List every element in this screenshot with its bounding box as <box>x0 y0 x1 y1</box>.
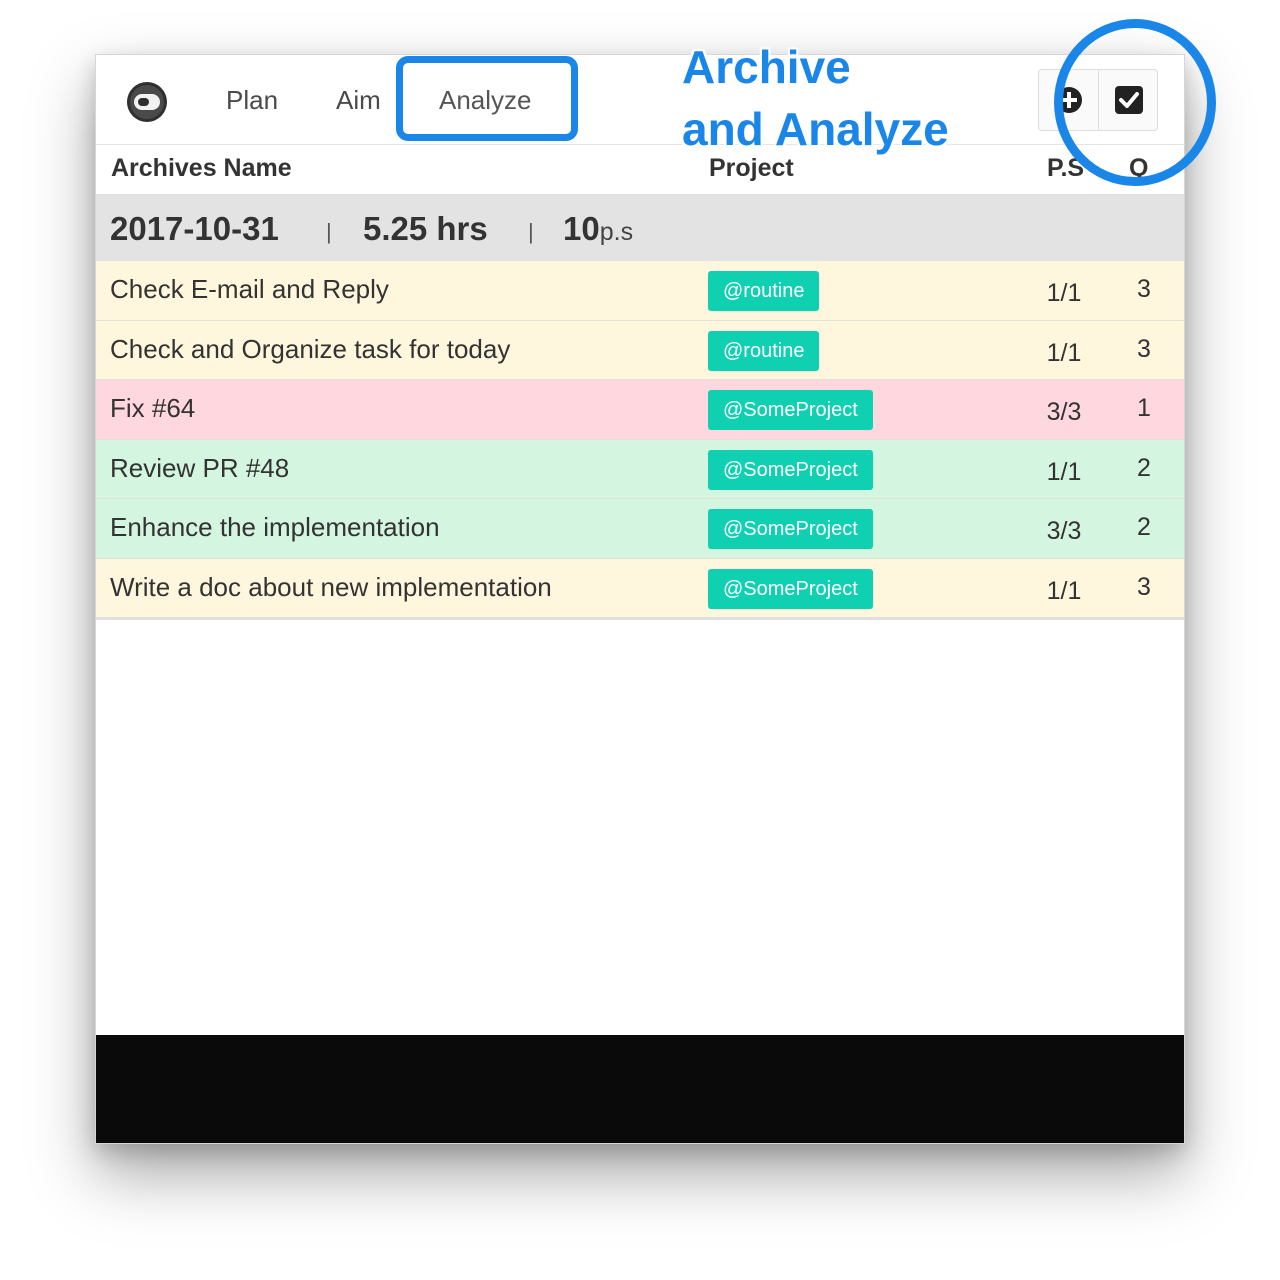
tab-aim[interactable]: Aim <box>336 83 381 117</box>
table-row[interactable]: Write a doc about new implementation @So… <box>96 558 1184 619</box>
task-name: Review PR #48 <box>110 452 290 483</box>
table-row[interactable]: Review PR #48 @SomeProject 1/1 2 <box>96 439 1184 500</box>
table-row[interactable]: Enhance the implementation @SomeProject … <box>96 499 1184 559</box>
annotation-line-2: and Analyze <box>682 103 949 155</box>
task-ps: 1/1 <box>1046 338 1082 367</box>
summary-ps-value: 10 <box>563 210 600 247</box>
summary-date: 2017-10-31 <box>110 210 279 247</box>
list-bottom-border <box>96 617 1184 620</box>
task-ps: 1/1 <box>1046 279 1082 307</box>
footer-bar <box>96 1035 1184 1143</box>
task-q: 2 <box>1137 513 1151 542</box>
task-ps: 1/1 <box>1046 457 1082 486</box>
project-tag[interactable]: @SomeProject <box>708 568 873 609</box>
project-tag[interactable]: @SomeProject <box>708 509 873 550</box>
task-name: Check and Organize task for today <box>110 333 511 364</box>
tab-plan[interactable]: Plan <box>226 83 278 117</box>
table-row[interactable]: Fix #64 @SomeProject 3/3 1 <box>96 380 1184 440</box>
project-tag[interactable]: @SomeProject <box>708 390 873 431</box>
task-ps: 1/1 <box>1046 576 1082 605</box>
annotation-caption: Archive and Analyze <box>682 36 982 160</box>
project-tag[interactable]: @routine <box>708 330 820 371</box>
toggle-pill-icon[interactable] <box>126 81 168 123</box>
project-tag[interactable]: @routine <box>708 271 820 311</box>
summary-ps-unit: p.s <box>599 218 634 246</box>
task-name: Enhance the implementation <box>110 512 440 543</box>
task-name: Check E-mail and Reply <box>110 274 389 304</box>
table-row[interactable]: Check E-mail and Reply @routine 1/1 3 <box>96 261 1184 321</box>
task-ps: 3/3 <box>1046 398 1082 427</box>
highlight-box-analyze <box>396 56 578 141</box>
annotation-line-1: Archive <box>682 41 851 93</box>
summary-separator: | <box>326 219 332 244</box>
summary-hours: 5.25 hrs <box>363 210 488 247</box>
task-q: 1 <box>1137 394 1151 423</box>
archive-summary-bar[interactable]: 2017-10-31 | 5.25 hrs | 10p.s <box>96 195 1184 261</box>
task-ps: 3/3 <box>1046 517 1082 546</box>
table-row[interactable]: Check and Organize task for today @routi… <box>96 320 1184 381</box>
project-tag[interactable]: @SomeProject <box>708 449 873 490</box>
header-archives-name: Archives Name <box>111 154 292 182</box>
app-window: Plan Aim Analyze Archives Name Project P… <box>95 54 1185 1144</box>
task-q: 2 <box>1137 453 1151 482</box>
task-q: 3 <box>1137 334 1151 363</box>
task-name: Write a doc about new implementation <box>110 571 552 602</box>
top-navbar: Plan Aim Analyze <box>96 55 1184 145</box>
summary-ps: 10p.s <box>563 210 633 248</box>
task-q: 3 <box>1137 572 1151 601</box>
task-q: 3 <box>1137 275 1151 303</box>
archive-list: Check E-mail and Reply @routine 1/1 3 Ch… <box>96 261 1184 619</box>
summary-separator: | <box>528 219 534 244</box>
highlight-circle-actions <box>1054 19 1216 186</box>
table-header: Archives Name Project P.S Q <box>96 145 1184 195</box>
task-name: Fix #64 <box>110 393 196 424</box>
